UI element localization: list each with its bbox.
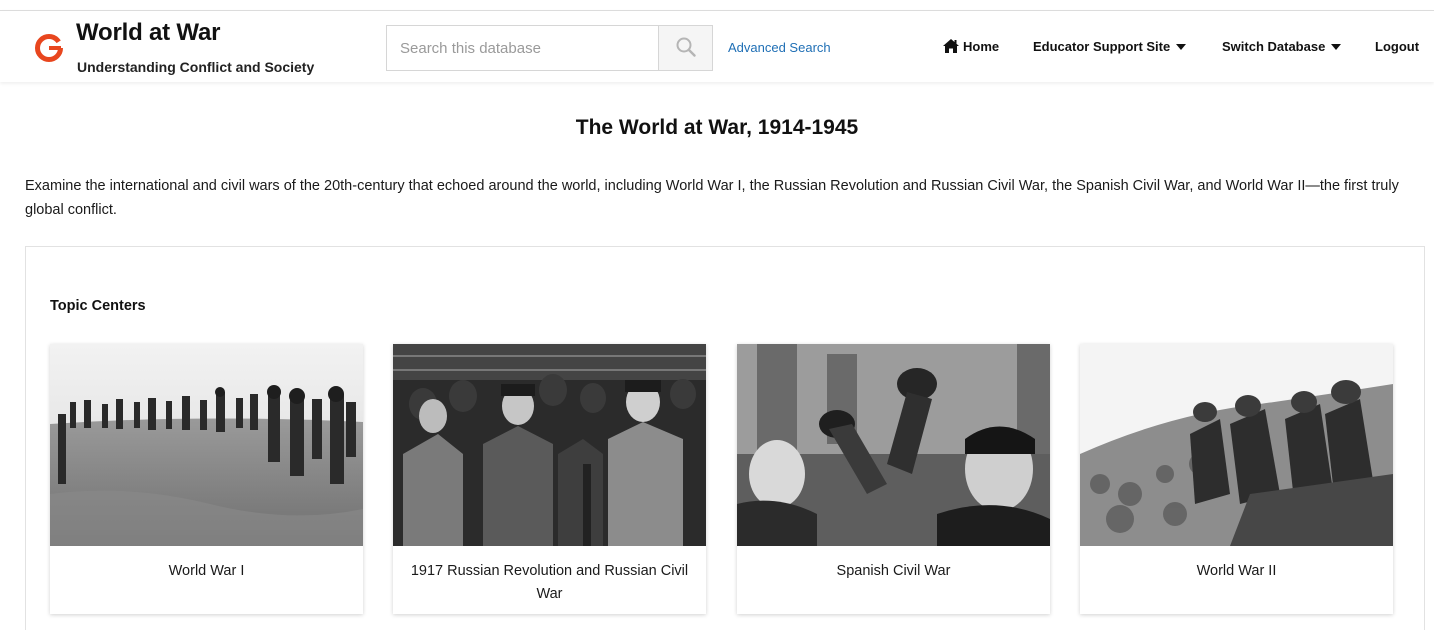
search-input[interactable]: [387, 26, 659, 70]
topic-card-label[interactable]: World War I: [62, 560, 351, 583]
nav-switch-label: Switch Database: [1222, 39, 1326, 54]
ww1-soldiers-charging-photo[interactable]: [50, 344, 363, 546]
nav-home-label: Home: [963, 39, 1000, 54]
topic-card-ww1[interactable]: World War I: [50, 344, 363, 614]
topic-card-ww2[interactable]: World War II: [1080, 344, 1393, 614]
nav-educator-support[interactable]: Educator Support Site: [1033, 39, 1187, 54]
search-icon: [676, 37, 696, 57]
caret-down-icon: [1331, 44, 1342, 50]
topic-card-label[interactable]: World War II: [1092, 560, 1381, 583]
caret-down-icon: [1176, 44, 1187, 50]
nav-switch-database[interactable]: Switch Database: [1222, 39, 1342, 54]
topic-card-spanish-civil-war[interactable]: Spanish Civil War: [737, 344, 1050, 614]
intro-text: Examine the international and civil wars…: [25, 178, 1399, 218]
topic-centers-heading: Topic Centers: [50, 298, 146, 314]
search-box: [386, 25, 713, 71]
page-title: The World at War, 1914-1945: [575, 116, 859, 139]
ww2-soldiers-on-rubble-photo[interactable]: [1080, 344, 1393, 546]
russian-revolution-crowd-photo[interactable]: [393, 344, 706, 546]
search-button[interactable]: [658, 26, 712, 70]
topic-card-label[interactable]: Spanish Civil War: [749, 560, 1038, 583]
site-subtitle: Understanding Conflict and Society: [77, 59, 315, 75]
gale-logo-icon[interactable]: [34, 33, 64, 63]
topic-card-label[interactable]: 1917 Russian Revolution and Russian Civi…: [405, 560, 694, 606]
spanish-civil-war-raised-fists-photo[interactable]: [737, 344, 1050, 546]
advanced-search-link[interactable]: Advanced Search: [728, 40, 831, 55]
nav-logout[interactable]: Logout: [1375, 39, 1419, 54]
site-title[interactable]: World at War: [76, 19, 220, 47]
site-header: World at War Understanding Conflict and …: [0, 10, 1434, 82]
nav-educator-label: Educator Support Site: [1033, 39, 1171, 54]
topic-card-russian-revolution[interactable]: 1917 Russian Revolution and Russian Civi…: [393, 344, 706, 614]
home-icon: [943, 39, 959, 53]
topic-centers-panel: Topic Centers World War I 1917 Russian R…: [25, 246, 1425, 630]
